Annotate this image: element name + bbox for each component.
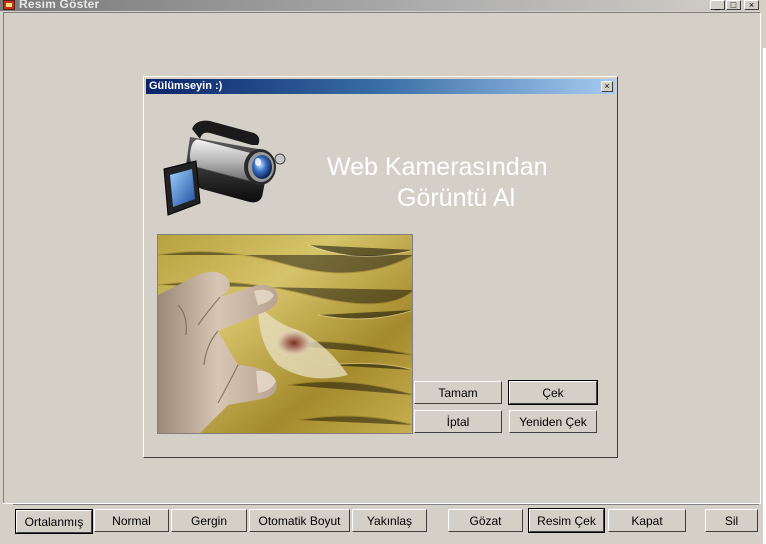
- camcorder-icon: [163, 120, 286, 216]
- webcam-dialog: Gülümseyin :) × Web Kamerasından Görüntü…: [143, 76, 618, 458]
- cancel-button[interactable]: İptal: [414, 410, 502, 433]
- auto-size-button[interactable]: Otomatik Boyut: [249, 509, 350, 532]
- dialog-title: Gülümseyin :): [149, 80, 223, 92]
- ok-button[interactable]: Tamam: [414, 381, 502, 404]
- window-titlebar[interactable]: Resim Göster _ □ ×: [0, 0, 766, 11]
- take-picture-button[interactable]: Resim Çek: [528, 508, 605, 533]
- window-title: Resim Göster: [19, 0, 100, 11]
- captured-photo: [157, 234, 413, 434]
- maximize-button[interactable]: □: [726, 0, 741, 10]
- browse-button[interactable]: Gözat: [448, 509, 523, 532]
- close-button[interactable]: ×: [744, 0, 759, 10]
- recapture-button[interactable]: Yeniden Çek: [509, 410, 597, 433]
- zoom-button[interactable]: Yakınlaş: [352, 509, 427, 532]
- delete-button[interactable]: Sil: [705, 509, 758, 532]
- stretch-button[interactable]: Gergin: [171, 509, 247, 532]
- normal-button[interactable]: Normal: [94, 509, 169, 532]
- capture-button[interactable]: Çek: [508, 380, 598, 405]
- close-app-button[interactable]: Kapat: [608, 509, 686, 532]
- minimize-button[interactable]: _: [710, 0, 725, 10]
- app-icon: [3, 0, 15, 10]
- headline-line1: Web Kamerasından: [327, 153, 548, 181]
- toolbar-divider: [13, 504, 759, 505]
- dialog-titlebar[interactable]: Gülümseyin :) ×: [146, 79, 615, 94]
- centered-button[interactable]: Ortalanmış: [15, 509, 93, 534]
- headline-line2: Görüntü Al: [397, 184, 516, 212]
- dialog-close-button[interactable]: ×: [601, 81, 613, 92]
